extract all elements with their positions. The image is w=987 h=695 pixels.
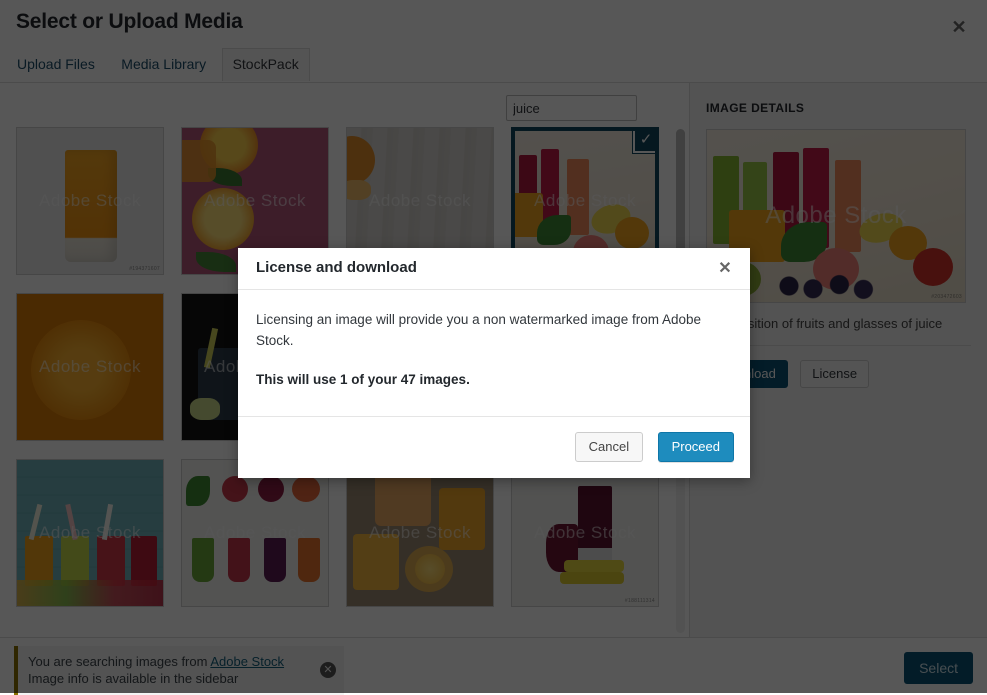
- cancel-button[interactable]: Cancel: [575, 432, 643, 462]
- dialog-description: Licensing an image will provide you a no…: [256, 309, 732, 351]
- dialog-footer: Cancel Proceed: [238, 416, 750, 478]
- dialog-quota-text: This will use 1 of your 47 images.: [256, 369, 732, 390]
- dialog-header: License and download ✕: [238, 248, 750, 290]
- dialog-body: Licensing an image will provide you a no…: [238, 291, 750, 416]
- license-and-download-dialog: License and download ✕ Licensing an imag…: [238, 248, 750, 478]
- close-icon[interactable]: ✕: [714, 258, 736, 280]
- dialog-title: License and download: [256, 259, 417, 276]
- proceed-button[interactable]: Proceed: [658, 432, 734, 462]
